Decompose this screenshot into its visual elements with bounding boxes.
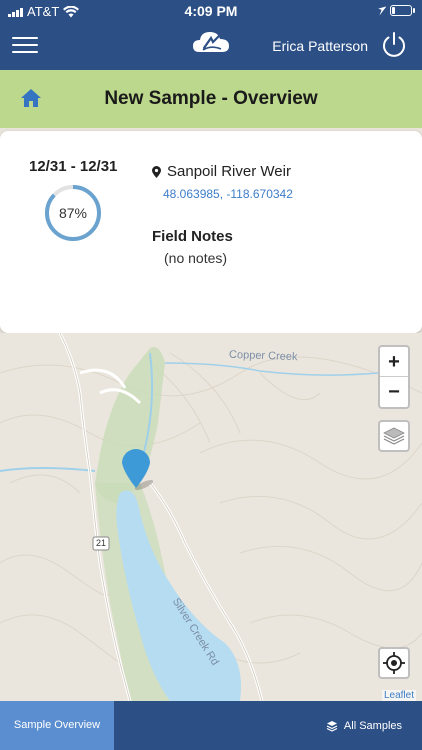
all-samples-label: All Samples [343, 719, 402, 732]
progress-label: 87% [58, 205, 88, 221]
date-range: 12/31 - 12/31 [29, 158, 118, 175]
title-bar: New Sample - Overview [0, 70, 422, 128]
battery-icon [378, 5, 415, 16]
user-name: Erica Patterson [272, 38, 368, 54]
locate-button[interactable] [378, 647, 410, 679]
route-shield-label: 21 [96, 538, 107, 548]
bottom-nav: Sample Overview All Samples [0, 701, 422, 750]
map-view[interactable]: Copper Creek Silver Creek Rd 21 + − Leaf… [0, 333, 422, 701]
field-notes-heading: Field Notes [152, 228, 233, 245]
zoom-out-button[interactable]: − [380, 377, 408, 407]
cloud-logo-icon [193, 32, 229, 52]
location-arrow-icon [378, 6, 386, 16]
menu-button[interactable] [12, 37, 38, 55]
status-bar: AT&T 4:09 PM [0, 0, 422, 24]
status-time: 4:09 PM [184, 3, 238, 19]
page-title: New Sample - Overview [104, 88, 318, 109]
map-attribution[interactable]: Leaflet [381, 690, 416, 701]
crosshair-icon [383, 652, 405, 674]
sample-overview-card: 12/31 - 12/31 87% Sanpoil River Weir 48.… [0, 131, 422, 333]
layers-stack-icon [326, 720, 338, 732]
power-icon[interactable] [380, 31, 408, 59]
map-pin-icon [152, 165, 161, 178]
layers-button[interactable] [378, 420, 410, 452]
zoom-in-button[interactable]: + [380, 347, 408, 377]
layers-icon [383, 427, 405, 445]
site-location: Sanpoil River Weir [152, 163, 291, 180]
zoom-control: + − [378, 345, 410, 409]
field-notes-value: (no notes) [164, 250, 228, 266]
site-coordinates[interactable]: 48.063985, -118.670342 [163, 187, 293, 201]
all-samples-button[interactable]: All Samples [326, 701, 402, 750]
tab-sample-overview[interactable]: Sample Overview [0, 701, 114, 750]
app-header: AT&T 4:09 PM Erica Patterson [0, 0, 422, 70]
map-label-creek: Copper Creek [228, 348, 298, 364]
site-name: Sanpoil River Weir [167, 163, 291, 180]
